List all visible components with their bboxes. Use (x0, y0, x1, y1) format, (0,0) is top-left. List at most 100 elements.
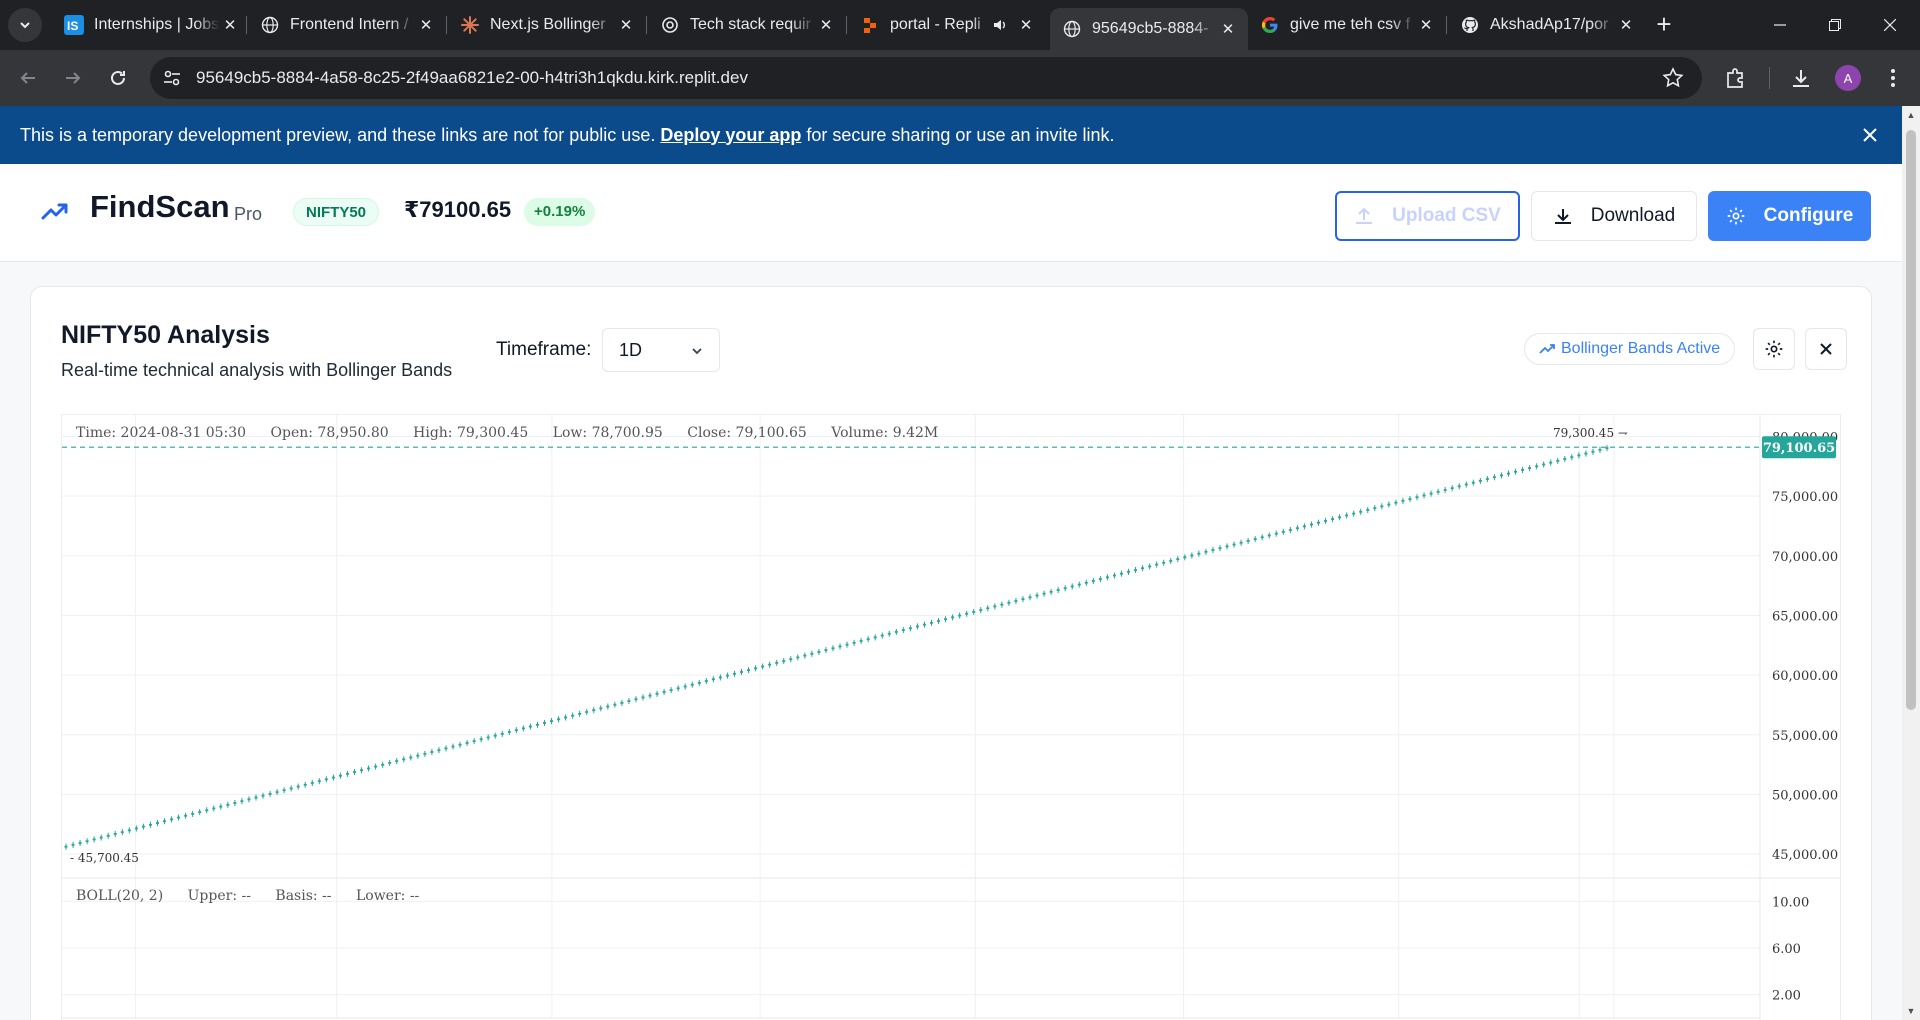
timeframe-select[interactable]: 1D (602, 328, 720, 372)
candle-body (1577, 454, 1581, 457)
close-window-button[interactable] (1860, 0, 1920, 50)
brand-name: FindScan (90, 189, 230, 224)
candle-body (550, 720, 554, 722)
candle-body (85, 840, 89, 843)
candle-body (1253, 538, 1257, 540)
download-button[interactable]: Download (1531, 191, 1697, 241)
candle-body (1556, 459, 1560, 462)
candle-body (472, 740, 476, 743)
candle-body (1570, 456, 1574, 459)
browser-tab[interactable]: IS Internships | Jobs ✕ (52, 8, 250, 42)
price-chart[interactable]: 45,000.00 50,000.00 55,000.00 60,000.00 65,0… (61, 414, 1841, 1020)
candle-body (1563, 458, 1567, 460)
tab-close-icon[interactable]: ✕ (1616, 15, 1636, 35)
candle-body (627, 700, 631, 702)
close-indicator-button[interactable] (1805, 328, 1847, 370)
configure-button[interactable]: Configure (1708, 191, 1871, 241)
candle-body (1380, 505, 1384, 508)
candle-body (479, 738, 483, 741)
browser-tab[interactable]: AkshadAp17/por ✕ (1448, 8, 1646, 42)
chart-overlay: 79,100.65 - 45,700.45 79,300.45 ⇁ (62, 426, 1836, 865)
candle-body (282, 789, 286, 792)
tab-close-icon[interactable]: ✕ (1218, 19, 1238, 39)
browser-tab[interactable]: portal - Repli ✕ (848, 8, 1046, 42)
candle-body (338, 774, 342, 777)
forward-button[interactable] (57, 62, 89, 94)
tab-separator (1446, 16, 1447, 34)
downloads-button[interactable] (1788, 65, 1814, 91)
candle-body (585, 711, 589, 713)
tab-separator (846, 16, 847, 34)
candle-body (1457, 485, 1461, 488)
timeframe-label: Timeframe: (496, 339, 592, 360)
candle-body (381, 763, 385, 766)
tab-close-icon[interactable]: ✕ (616, 15, 636, 35)
candle-body (191, 813, 195, 815)
candle-body (360, 769, 364, 772)
browser-tab-strip: IS Internships | Jobs ✕ Frontend Intern / ✕… (0, 0, 1920, 50)
candle-body (451, 745, 455, 748)
extensions-button[interactable] (1722, 65, 1748, 91)
browser-tab[interactable]: give me teh csv f ✕ (1248, 8, 1446, 42)
candle-body (1225, 545, 1229, 548)
deploy-app-link[interactable]: Deploy your app (660, 125, 801, 146)
browser-tab[interactable]: Tech stack requir ✕ (648, 8, 846, 42)
bookmark-star-icon[interactable] (1662, 67, 1684, 89)
restore-button[interactable] (1805, 0, 1865, 50)
candle-body (120, 831, 124, 834)
candle-body (937, 620, 941, 622)
candle-body (205, 809, 209, 812)
browser-tab[interactable]: Next.js Bollinger ✕ (448, 8, 646, 42)
site-info-icon[interactable] (162, 68, 182, 88)
candle-body (275, 791, 279, 793)
candle-body (1471, 481, 1475, 484)
candle-body (1366, 509, 1370, 511)
candle-body (655, 692, 659, 695)
candle-body (113, 833, 117, 835)
back-button[interactable] (12, 62, 44, 94)
candle-body (1028, 596, 1032, 599)
candle-body (1267, 534, 1271, 537)
page-scrollbar[interactable]: ▲ ▼ (1902, 106, 1920, 1020)
scroll-up-arrow[interactable]: ▲ (1906, 110, 1916, 120)
github-icon (1460, 15, 1480, 35)
scrollbar-thumb[interactable] (1906, 130, 1916, 710)
download-icon (1793, 70, 1809, 87)
reload-button[interactable] (102, 62, 134, 94)
chatgpt-icon (660, 15, 680, 35)
candle-body (1246, 540, 1250, 542)
candle-body (1127, 570, 1131, 573)
browser-tab[interactable]: 95649cb5-8884- ✕ (1050, 8, 1248, 50)
chart-svg[interactable]: 45,000.00 50,000.00 55,000.00 60,000.00 65,0… (62, 415, 1841, 1020)
candle-body (564, 716, 568, 719)
indicator-y-tick-label: 10.00 (1772, 895, 1809, 910)
tab-search-button[interactable] (8, 8, 42, 42)
candle-body (1535, 465, 1539, 468)
chart-settings-button[interactable] (1753, 328, 1795, 370)
tab-close-icon[interactable]: ✕ (1016, 15, 1036, 35)
browser-tab[interactable]: Frontend Intern / ✕ (248, 8, 446, 42)
profile-avatar[interactable]: A (1835, 65, 1861, 91)
scroll-down-arrow[interactable]: ▼ (1906, 1006, 1916, 1016)
banner-close-icon[interactable] (1858, 123, 1882, 147)
tab-close-icon[interactable]: ✕ (220, 15, 240, 35)
upload-csv-button[interactable]: Upload CSV (1335, 191, 1520, 241)
new-tab-button[interactable]: + (1650, 9, 1678, 39)
candle-body (768, 663, 772, 666)
candle-body (1331, 518, 1335, 520)
browser-menu-button[interactable] (1880, 65, 1906, 91)
legend-upper: Upper: -- (188, 888, 252, 904)
tab-close-icon[interactable]: ✕ (1416, 15, 1436, 35)
tab-close-icon[interactable]: ✕ (816, 15, 836, 35)
candle-body (1063, 587, 1067, 590)
candle-body (296, 785, 300, 788)
replit-icon (860, 15, 880, 35)
minimize-button[interactable] (1750, 0, 1810, 50)
tab-close-icon[interactable]: ✕ (416, 15, 436, 35)
candle-body (388, 762, 392, 764)
candle-body (310, 782, 314, 784)
candle-body (1584, 452, 1588, 455)
address-bar[interactable]: 95649cb5-8884-4a58-8c25-2f49aa6821e2-00-… (150, 57, 1702, 99)
y-tick-label: 45,000.00 (1772, 848, 1838, 863)
legend-low: Low: 78,700.95 (553, 425, 663, 441)
